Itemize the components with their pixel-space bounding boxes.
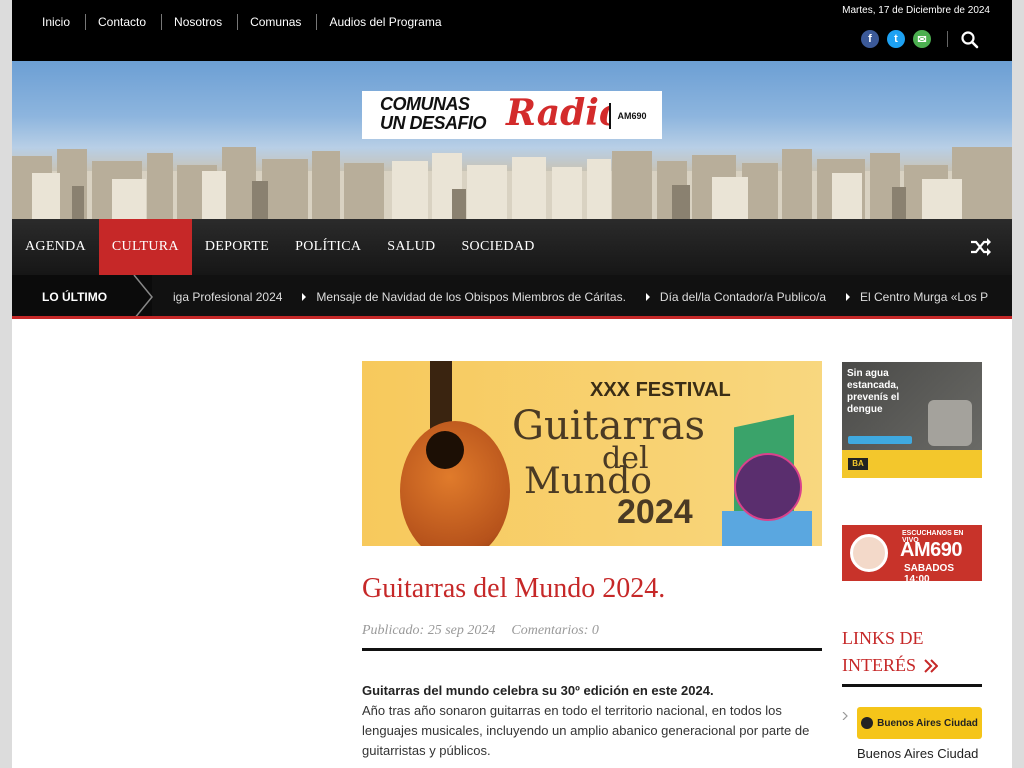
chevron-right-icon [842, 712, 848, 720]
double-chevron-icon [924, 658, 938, 673]
ticker-item[interactable]: El Centro Murga «Los P [846, 275, 1008, 316]
featured-image[interactable]: XXX FESTIVAL Guitarras del Mundo 2024 [362, 361, 822, 546]
topnav-audios[interactable]: Audios del Programa [316, 14, 456, 30]
link-logo-text: Buenos Aires Ciudad [877, 717, 978, 729]
ba-logo: BA [848, 458, 868, 470]
ba-icon [861, 717, 874, 729]
search-icon[interactable] [960, 30, 980, 50]
links-heading-line1: LINKS DE [842, 628, 924, 648]
feature-year: 2024 [617, 493, 693, 531]
ticker-item-text: Día del/la Contador/a Publico/a [659, 290, 827, 304]
article-title[interactable]: Guitarras del Mundo 2024. [362, 573, 665, 605]
feature-festival: XXX FESTIVAL [590, 379, 731, 401]
nav-salud[interactable]: SALUD [374, 219, 448, 275]
main-nav: AGENDA CULTURA DEPORTE POLÍTICA SALUD SO… [12, 219, 1012, 275]
comment-count[interactable]: Comentarios: 0 [511, 623, 599, 639]
twitter-icon[interactable]: t [887, 30, 905, 48]
ticker-item[interactable]: Mensaje de Navidad de los Obispos Miembr… [302, 275, 645, 316]
radio-icon [850, 534, 888, 572]
arrow-icon [846, 293, 851, 301]
ad-schedule: SABADOS 14:00 [904, 563, 955, 581]
facebook-icon[interactable]: f [861, 30, 879, 48]
nav-sociedad[interactable]: SOCIEDAD [448, 219, 547, 275]
ticker-item-text: El Centro Murga «Los P [860, 290, 989, 304]
nav-cultura[interactable]: CULTURA [98, 219, 192, 275]
nav-agenda[interactable]: AGENDA [12, 219, 99, 275]
link-ba-label[interactable]: Buenos Aires Ciudad [857, 746, 978, 761]
nav-deporte[interactable]: DEPORTE [192, 219, 282, 275]
radio-ad[interactable]: ESCUCHANOS EN VIVO AM690 SABADOS 14:00 [842, 525, 982, 581]
nav-politica[interactable]: POLÍTICA [282, 219, 374, 275]
arrow-icon [302, 293, 307, 301]
guitar-hole [426, 431, 464, 469]
links-heading-row: INTERÉS [842, 652, 982, 679]
links-heading-line2: INTERÉS [842, 655, 916, 675]
current-date: Martes, 17 de Diciembre de 2024 [842, 5, 990, 16]
decoration [734, 453, 802, 521]
logo-line1: COMUNAS [380, 94, 470, 114]
ticker-item[interactable]: Día del/la Contador/a Publico/a [645, 275, 846, 316]
ad-button [848, 436, 912, 444]
ticker-item[interactable]: iga Profesional 2024 [173, 275, 302, 316]
links-heading: LINKS DE INTERÉS [842, 625, 982, 679]
shuffle-icon[interactable] [970, 237, 992, 257]
top-bar: Inicio Contacto Nosotros Comunas Audios … [12, 0, 1012, 61]
logo-radio: Radio [506, 92, 623, 134]
article-meta: Publicado: 25 sep 2024 Comentarios: 0 [362, 623, 599, 639]
topnav-nosotros[interactable]: Nosotros [161, 14, 237, 30]
dengue-ad[interactable]: Sin agua estancada, prevenís el dengue B… [842, 362, 982, 478]
divider [947, 31, 948, 47]
ad-text: Sin agua estancada, prevenís el dengue [847, 368, 900, 415]
site-logo[interactable]: COMUNAS UN DESAFIO Radio AM690 [362, 91, 662, 139]
link-ba-logo[interactable]: Buenos Aires Ciudad [857, 707, 982, 739]
top-nav: Inicio Contacto Nosotros Comunas Audios … [30, 14, 457, 30]
ticker-items: iga Profesional 2024 Mensaje de Navidad … [173, 275, 1008, 316]
article-body: Guitarras del mundo celebra su 30º edici… [362, 681, 822, 761]
logo-line2: UN DESAFIO [380, 113, 487, 133]
published-date: Publicado: 25 sep 2024 [362, 623, 496, 638]
header-banner: COMUNAS UN DESAFIO Radio AM690 [12, 61, 1012, 219]
topnav-comunas[interactable]: Comunas [237, 14, 316, 30]
bucket-image [928, 400, 972, 446]
topnav-inicio[interactable]: Inicio [30, 14, 85, 30]
email-icon[interactable]: ✉ [913, 30, 931, 48]
city-skyline [12, 147, 1012, 219]
chevron-right-icon [133, 275, 153, 316]
article-paragraph: Año tras año sonaron guitarras en todo e… [362, 703, 810, 758]
ticker-item-text: iga Profesional 2024 [173, 290, 283, 304]
arrow-icon [645, 293, 650, 301]
page: Inicio Contacto Nosotros Comunas Audios … [12, 0, 1012, 768]
ticker-item-text: Mensaje de Navidad de los Obispos Miembr… [316, 290, 626, 304]
ad-frequency: AM690 [900, 539, 962, 561]
logo-frequency: AM690 [609, 103, 653, 129]
topnav-contacto[interactable]: Contacto [85, 14, 161, 30]
divider [362, 648, 822, 651]
social-links: f t ✉ [861, 30, 931, 48]
divider [842, 684, 982, 687]
article-lead: Guitarras del mundo celebra su 30º edici… [362, 683, 714, 698]
news-ticker: LO ÚLTIMO iga Profesional 2024 Mensaje d… [12, 275, 1012, 319]
